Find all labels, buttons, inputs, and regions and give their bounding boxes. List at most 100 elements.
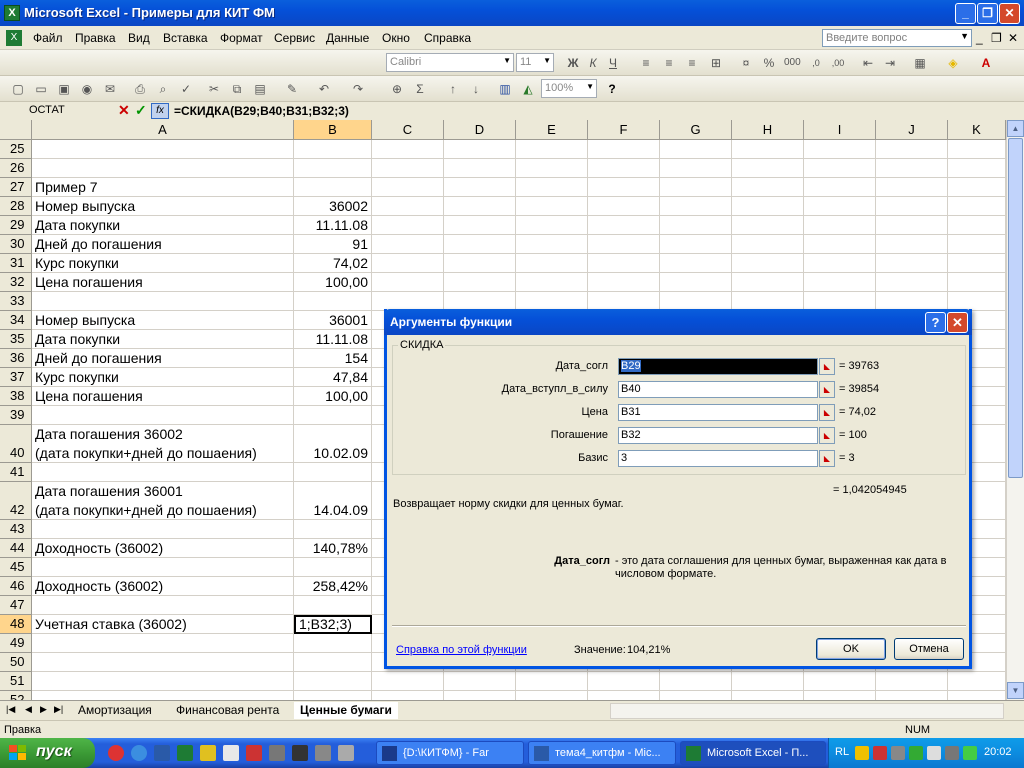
- sort-ascending-icon[interactable]: ↑: [445, 81, 461, 97]
- tray-safely-remove-icon[interactable]: [963, 746, 977, 760]
- cell-a[interactable]: Курс покупки: [32, 254, 294, 273]
- cell-b[interactable]: [294, 178, 372, 197]
- cell-empty[interactable]: [804, 273, 876, 292]
- cell-empty[interactable]: [372, 235, 444, 254]
- cell-empty[interactable]: [876, 235, 948, 254]
- dialog-title-bar[interactable]: Аргументы функции ? ✕: [384, 309, 972, 335]
- cell-a[interactable]: Дата покупки: [32, 216, 294, 235]
- cell-empty[interactable]: [588, 159, 660, 178]
- cell-empty[interactable]: [804, 159, 876, 178]
- print-icon[interactable]: ⎙: [132, 81, 148, 97]
- cell-empty[interactable]: [732, 273, 804, 292]
- redo-icon[interactable]: ↷: [350, 81, 366, 97]
- tray-icon[interactable]: [855, 746, 869, 760]
- cell-b[interactable]: [294, 406, 372, 425]
- cell-empty[interactable]: [516, 672, 588, 691]
- decrease-indent-icon[interactable]: ⇤: [860, 55, 876, 71]
- print-preview-icon[interactable]: ⌕: [155, 81, 171, 97]
- cell-empty[interactable]: [876, 273, 948, 292]
- help-icon[interactable]: ?: [604, 81, 620, 97]
- last-sheet-icon[interactable]: ▶|: [54, 704, 63, 715]
- cell-empty[interactable]: [372, 159, 444, 178]
- row-header[interactable]: 47: [0, 596, 32, 615]
- cell-empty[interactable]: [372, 672, 444, 691]
- collapse-dialog-icon[interactable]: ◣: [819, 450, 835, 467]
- menu-data[interactable]: Данные: [326, 31, 369, 45]
- cell-empty[interactable]: [876, 140, 948, 159]
- chart-wizard-icon[interactable]: ▥: [497, 81, 513, 97]
- column-header-c[interactable]: C: [372, 120, 444, 140]
- cell-a[interactable]: Дата погашения 36002 (дата покупки+дней д…: [32, 425, 294, 463]
- align-center-icon[interactable]: ≡: [661, 55, 677, 71]
- cell-empty[interactable]: [444, 197, 516, 216]
- cancel-button[interactable]: Отмена: [894, 638, 964, 660]
- cell-b[interactable]: [294, 653, 372, 672]
- cell-empty[interactable]: [588, 178, 660, 197]
- cell-b[interactable]: [294, 159, 372, 178]
- cell-empty[interactable]: [948, 178, 1006, 197]
- column-header-j[interactable]: J: [876, 120, 948, 140]
- cell-empty[interactable]: [516, 178, 588, 197]
- opera-icon[interactable]: [108, 745, 124, 761]
- cell-a[interactable]: Цена погашения: [32, 387, 294, 406]
- tray-device-icon[interactable]: [945, 746, 959, 760]
- arg-input[interactable]: B29: [618, 358, 818, 375]
- row-header[interactable]: 31: [0, 254, 32, 273]
- cell-empty[interactable]: [804, 178, 876, 197]
- excel-icon[interactable]: [177, 745, 193, 761]
- row-header[interactable]: 44: [0, 539, 32, 558]
- cell-a[interactable]: [32, 140, 294, 159]
- cell-empty[interactable]: [732, 140, 804, 159]
- italic-icon[interactable]: К: [585, 55, 601, 71]
- drawing-icon[interactable]: ◭: [520, 81, 536, 97]
- row-header[interactable]: 25: [0, 140, 32, 159]
- column-header-a[interactable]: A: [32, 120, 294, 140]
- cell-a[interactable]: [32, 634, 294, 653]
- sheet-tab-annuity[interactable]: Финансовая рента: [170, 702, 285, 719]
- menu-insert[interactable]: Вставка: [163, 31, 208, 45]
- currency-icon[interactable]: ¤: [738, 55, 754, 71]
- cell-empty[interactable]: [444, 216, 516, 235]
- cell-a[interactable]: [32, 159, 294, 178]
- cell-empty[interactable]: [588, 140, 660, 159]
- tray-update-icon[interactable]: [909, 746, 923, 760]
- cell-b[interactable]: 100,00: [294, 273, 372, 292]
- cell-empty[interactable]: [444, 140, 516, 159]
- cell-b[interactable]: 14.04.09: [294, 482, 372, 520]
- copy-icon[interactable]: ⧉: [229, 81, 245, 97]
- cell-empty[interactable]: [372, 178, 444, 197]
- font-size-combo[interactable]: 11 ▼: [516, 53, 554, 72]
- arg-input[interactable]: B40: [618, 381, 818, 398]
- row-header[interactable]: 32: [0, 273, 32, 292]
- name-box[interactable]: ОСТАТ: [2, 103, 110, 119]
- row-header[interactable]: 50: [0, 653, 32, 672]
- task-word[interactable]: тема4_китфм - Mic...: [528, 741, 676, 765]
- cell-b[interactable]: 154: [294, 349, 372, 368]
- dialog-close-button[interactable]: ✕: [947, 312, 968, 333]
- cell-empty[interactable]: [660, 216, 732, 235]
- help-link[interactable]: Справка по этой функции: [396, 644, 527, 656]
- cell-empty[interactable]: [516, 197, 588, 216]
- column-header-b[interactable]: B: [294, 120, 372, 140]
- cell-b[interactable]: [294, 520, 372, 539]
- cell-a[interactable]: Доходность (36002): [32, 577, 294, 596]
- column-header-i[interactable]: I: [804, 120, 876, 140]
- cell-empty[interactable]: [948, 672, 1006, 691]
- cell-empty[interactable]: [660, 672, 732, 691]
- tool-icon[interactable]: [269, 745, 285, 761]
- tray-antivirus-icon[interactable]: [873, 746, 887, 760]
- cell-empty[interactable]: [516, 273, 588, 292]
- cell-empty[interactable]: [444, 273, 516, 292]
- arg-input[interactable]: B31: [618, 404, 818, 421]
- column-header-e[interactable]: E: [516, 120, 588, 140]
- cell-empty[interactable]: [660, 235, 732, 254]
- format-painter-icon[interactable]: ✎: [284, 81, 300, 97]
- cell-a[interactable]: Дней до погашения: [32, 349, 294, 368]
- collapse-dialog-icon[interactable]: ◣: [819, 381, 835, 398]
- cell-a[interactable]: Доходность (36002): [32, 539, 294, 558]
- cell-a[interactable]: Дней до погашения: [32, 235, 294, 254]
- cell-b[interactable]: [294, 140, 372, 159]
- quick-launch-icon[interactable]: [200, 745, 216, 761]
- cell-empty[interactable]: [876, 216, 948, 235]
- cell-a[interactable]: Номер выпуска: [32, 311, 294, 330]
